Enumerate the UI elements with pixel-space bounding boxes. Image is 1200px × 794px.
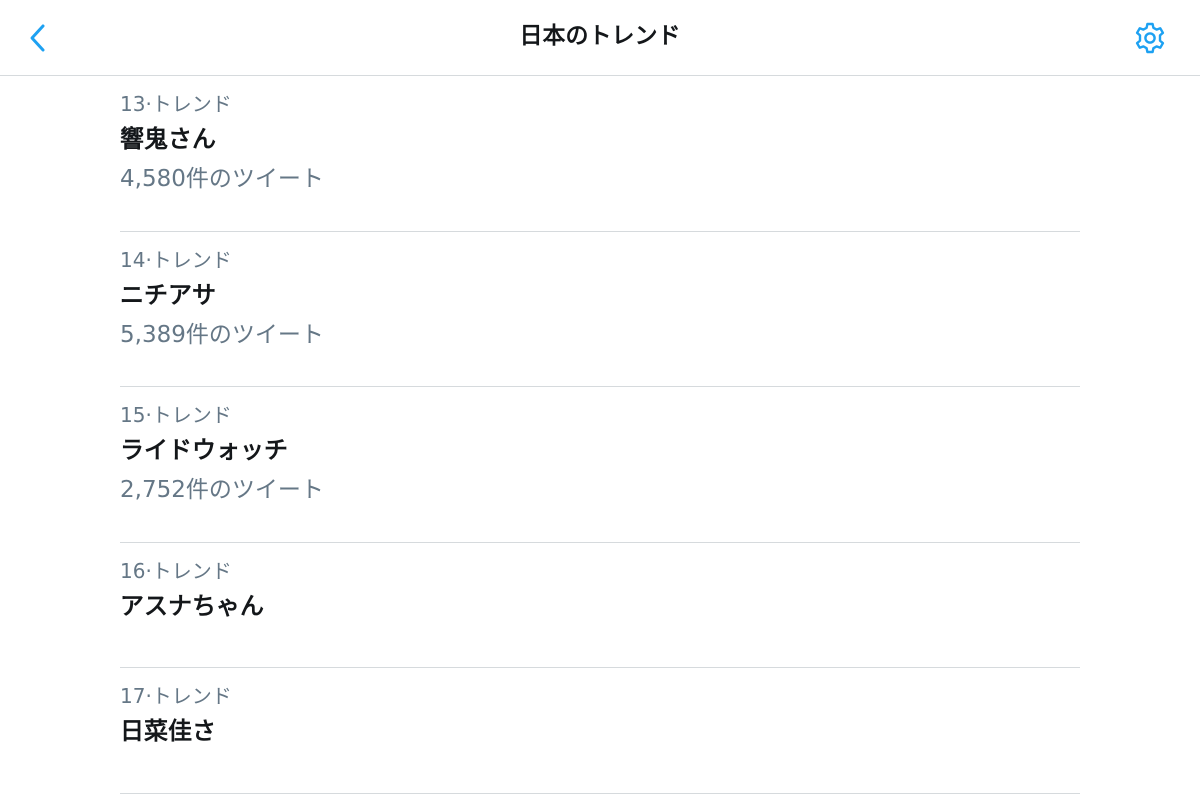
top-bar: 日本のトレンド: [0, 0, 1200, 76]
trend-name: アスナちゃん: [120, 591, 264, 620]
settings-button[interactable]: [1130, 18, 1170, 58]
trend-name: ライドウォッチ: [120, 436, 288, 464]
trend-rank: 13·トレンド: [120, 92, 232, 116]
page-title: 日本のトレンド: [519, 23, 681, 49]
trend-rank: 15·トレンド: [120, 403, 232, 427]
trend-list: 13·トレンド 響鬼さん 4,580件のツイート 14·トレンド ニチアサ 5,…: [120, 76, 1080, 794]
trend-item[interactable]: 14·トレンド ニチアサ 5,389件のツイート: [120, 232, 1080, 387]
gear-icon: [1135, 22, 1165, 54]
trend-rank: 14·トレンド: [120, 247, 232, 272]
trend-rank: 16·トレンド: [120, 558, 232, 583]
trend-item[interactable]: 16·トレンド アスナちゃん: [120, 543, 1080, 668]
tweet-count: 2,752件のツイート: [120, 477, 324, 503]
tweet-count: 4,580件のツイート: [120, 166, 324, 192]
trend-rank: 17·トレンド: [120, 684, 232, 708]
trend-item[interactable]: 13·トレンド 響鬼さん 4,580件のツイート: [120, 76, 1080, 232]
trend-name: ニチアサ: [120, 280, 216, 309]
back-button[interactable]: [22, 18, 54, 58]
chevron-left-icon: [30, 24, 45, 52]
trend-item[interactable]: 15·トレンド ライドウォッチ 2,752件のツイート: [120, 387, 1080, 543]
tweet-count: 5,389件のツイート: [120, 321, 324, 348]
trend-name: 日菜佳さ: [120, 717, 216, 745]
trend-item[interactable]: 17·トレンド 日菜佳さ: [120, 668, 1080, 794]
trend-name: 響鬼さん: [120, 125, 216, 153]
